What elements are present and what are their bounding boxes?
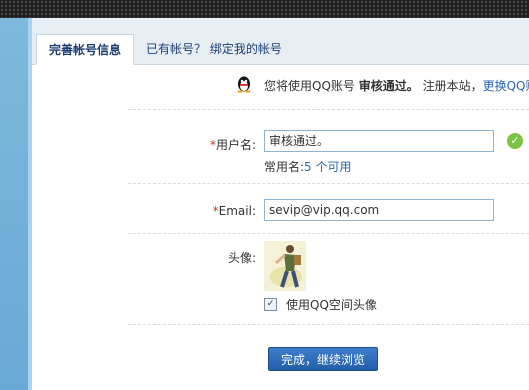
divider bbox=[128, 183, 529, 184]
divider bbox=[128, 324, 529, 325]
register-form-panel: 您将使用QQ账号 审核通过。 注册本站，更换QQ账 *用户名: ✓ 常用名:5 … bbox=[32, 65, 529, 390]
divider bbox=[128, 109, 529, 110]
change-qq-account-link[interactable]: 更换QQ账 bbox=[483, 79, 529, 93]
check-ok-icon: ✓ bbox=[507, 133, 523, 149]
complete-continue-button[interactable]: 完成，继续浏览 bbox=[268, 347, 379, 371]
tab-bar: 完善帐号信息 已有帐号？ 绑定我的帐号 bbox=[32, 18, 529, 65]
avatar-label: 头像: bbox=[227, 251, 256, 265]
email-label: *Email: bbox=[136, 204, 256, 218]
use-qzone-avatar-checkbox[interactable]: ✓ bbox=[264, 298, 277, 311]
username-hint-prefix: 常用名: bbox=[264, 160, 305, 174]
username-label: *用户名: bbox=[136, 136, 256, 153]
available-names-link[interactable]: 5 个可用 bbox=[304, 160, 351, 174]
tab-complete-account-info[interactable]: 完善帐号信息 bbox=[36, 34, 135, 65]
divider bbox=[128, 233, 529, 234]
browser-top-band bbox=[0, 0, 529, 18]
username-hint: 常用名:5 个可用 bbox=[264, 158, 352, 175]
tab-bind-existing-account[interactable]: 已有帐号？ 绑定我的帐号 bbox=[134, 34, 294, 64]
qq-account-notice: 您将使用QQ账号 审核通过。 注册本站，更换QQ账 bbox=[264, 77, 529, 94]
notice-account: 审核通过。 bbox=[358, 79, 419, 93]
notice-mid: 注册本站， bbox=[422, 79, 483, 93]
username-input[interactable] bbox=[264, 130, 494, 152]
qq-penguin-icon bbox=[237, 76, 251, 93]
avatar-image bbox=[264, 241, 306, 291]
email-label-text: Email: bbox=[218, 204, 256, 218]
username-label-text: 用户名: bbox=[215, 138, 256, 152]
email-input[interactable] bbox=[264, 199, 494, 221]
use-qzone-avatar-label[interactable]: 使用QQ空间头像 bbox=[286, 296, 377, 313]
left-decoration-rail bbox=[0, 18, 32, 390]
notice-prefix: 您将使用QQ账号 bbox=[264, 79, 355, 93]
